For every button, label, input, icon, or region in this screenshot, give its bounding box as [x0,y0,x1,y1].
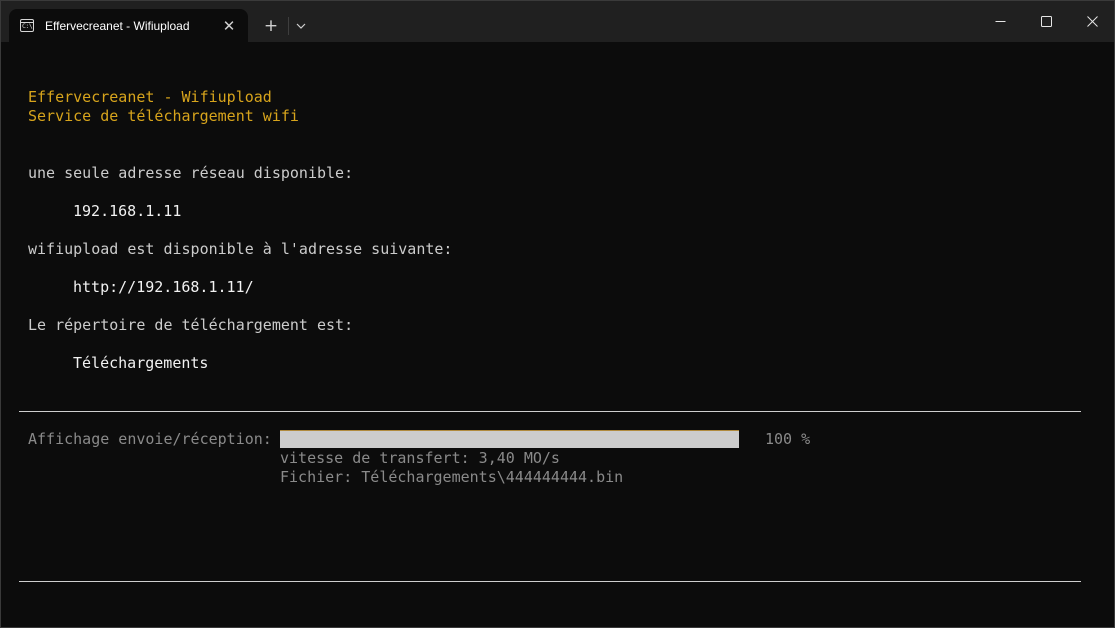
app-title: Effervecreanet - Wifiupload [28,88,272,106]
chevron-down-icon[interactable] [291,13,311,39]
progress-percent: 100 % [765,430,811,448]
network-address: 192.168.1.11 [73,202,182,220]
tab-divider [288,17,289,35]
transfer-speed: vitesse de transfert: 3,40 MO/s [280,449,560,467]
directory-value: Téléchargements [73,354,209,372]
minimize-icon[interactable] [977,1,1023,42]
progress-bar [280,430,739,448]
terminal-window: C:\ Effervecreanet - Wifiupload ✕ + Effe… [0,0,1115,628]
title-bar: C:\ Effervecreanet - Wifiupload ✕ + [1,1,1114,42]
bottom-divider [19,581,1081,582]
progress-bar-fill [280,430,739,448]
top-divider [19,411,1081,412]
maximize-icon[interactable] [1023,1,1069,42]
new-tab-icon[interactable]: + [258,13,284,39]
terminal-output[interactable]: Effervecreanet - Wifiupload Service de t… [1,42,1114,627]
network-label: une seule adresse réseau disponible: [28,164,354,182]
directory-label: Le répertoire de téléchargement est: [28,316,354,334]
terminal-icon: C:\ [20,19,34,32]
url-label: wifiupload est disponible à l'adresse su… [28,240,453,258]
transfer-file: Fichier: Téléchargements\444444444.bin [280,468,624,486]
close-tab-icon[interactable]: ✕ [217,14,241,38]
close-window-icon[interactable] [1069,1,1114,42]
tab-title: Effervecreanet - Wifiupload [45,19,190,33]
transfer-label: Affichage envoie/réception: [28,430,272,448]
tab-wifiupload[interactable]: C:\ Effervecreanet - Wifiupload ✕ [9,9,248,42]
app-subtitle: Service de téléchargement wifi [28,107,299,125]
terminal-icon-glyph: C:\ [22,22,33,30]
server-url: http://192.168.1.11/ [73,278,254,296]
